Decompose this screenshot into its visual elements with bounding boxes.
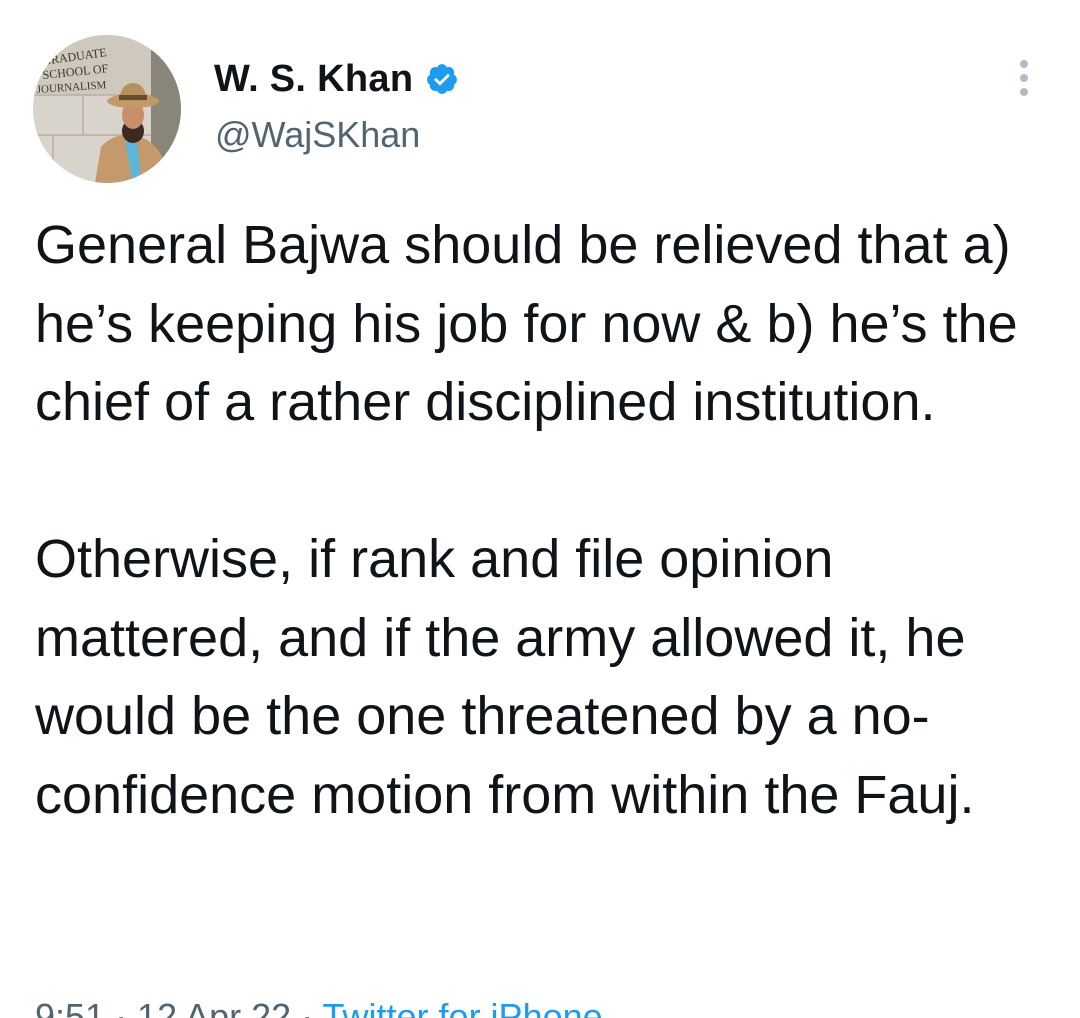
avatar[interactable]: GRADUATE SCHOOL OF JOURNALISM — [33, 35, 181, 183]
tweet-card: GRADUATE SCHOOL OF JOURNALISM W. S. Khan… — [0, 0, 1080, 1018]
tweet-meta: 9:51 · 12 Apr 22 · Twitter for iPhone — [35, 996, 603, 1018]
more-options-button[interactable] — [1008, 56, 1040, 100]
verified-badge-icon — [427, 64, 458, 94]
avatar-photo: GRADUATE SCHOOL OF JOURNALISM — [33, 35, 181, 183]
author-name-row[interactable]: W. S. Khan — [214, 55, 459, 103]
author-handle[interactable]: @WajSKhan — [215, 114, 420, 156]
tweet-text: General Bajwa should be relieved that a)… — [35, 215, 1018, 825]
tweet-timestamp[interactable]: 9:51 · 12 Apr 22 · — [35, 996, 323, 1018]
more-vertical-icon — [1020, 60, 1028, 96]
tweet-source[interactable]: Twitter for iPhone — [323, 996, 603, 1018]
display-name[interactable]: W. S. Khan — [214, 58, 413, 101]
